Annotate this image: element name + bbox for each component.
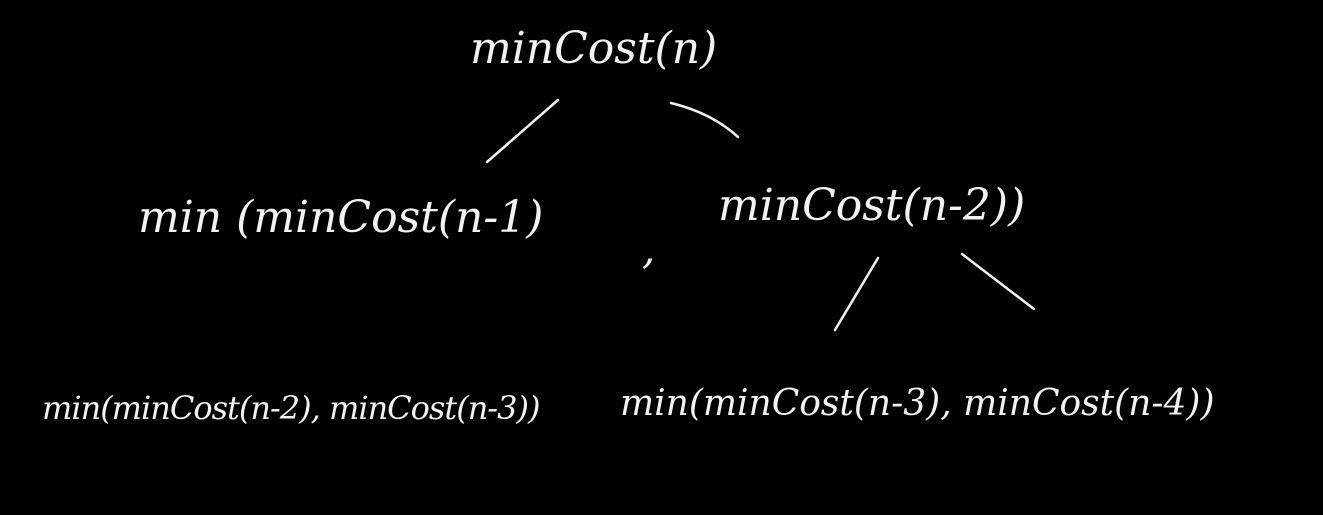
edge-root-to-right <box>669 101 740 139</box>
root-node-text: minCost(n) <box>470 23 718 74</box>
level2-right-text: min(minCost(n-3), minCost(n-4)) <box>620 383 1215 424</box>
level1-right-text: minCost(n-2)) <box>718 180 1026 231</box>
whiteboard-canvas: minCost(n) min (minCost(n-1) , minCost(n… <box>0 0 1323 515</box>
edge-right-to-left-child <box>833 256 880 332</box>
edge-right-to-right-child <box>960 252 1036 311</box>
level2-left-text: min(minCost(n-2), minCost(n-3)) <box>42 389 540 427</box>
tree-edges <box>485 98 1036 332</box>
edge-root-to-left <box>485 98 560 164</box>
level1-separator: , <box>642 224 656 273</box>
level1-left-text: min (minCost(n-1) <box>138 192 544 243</box>
